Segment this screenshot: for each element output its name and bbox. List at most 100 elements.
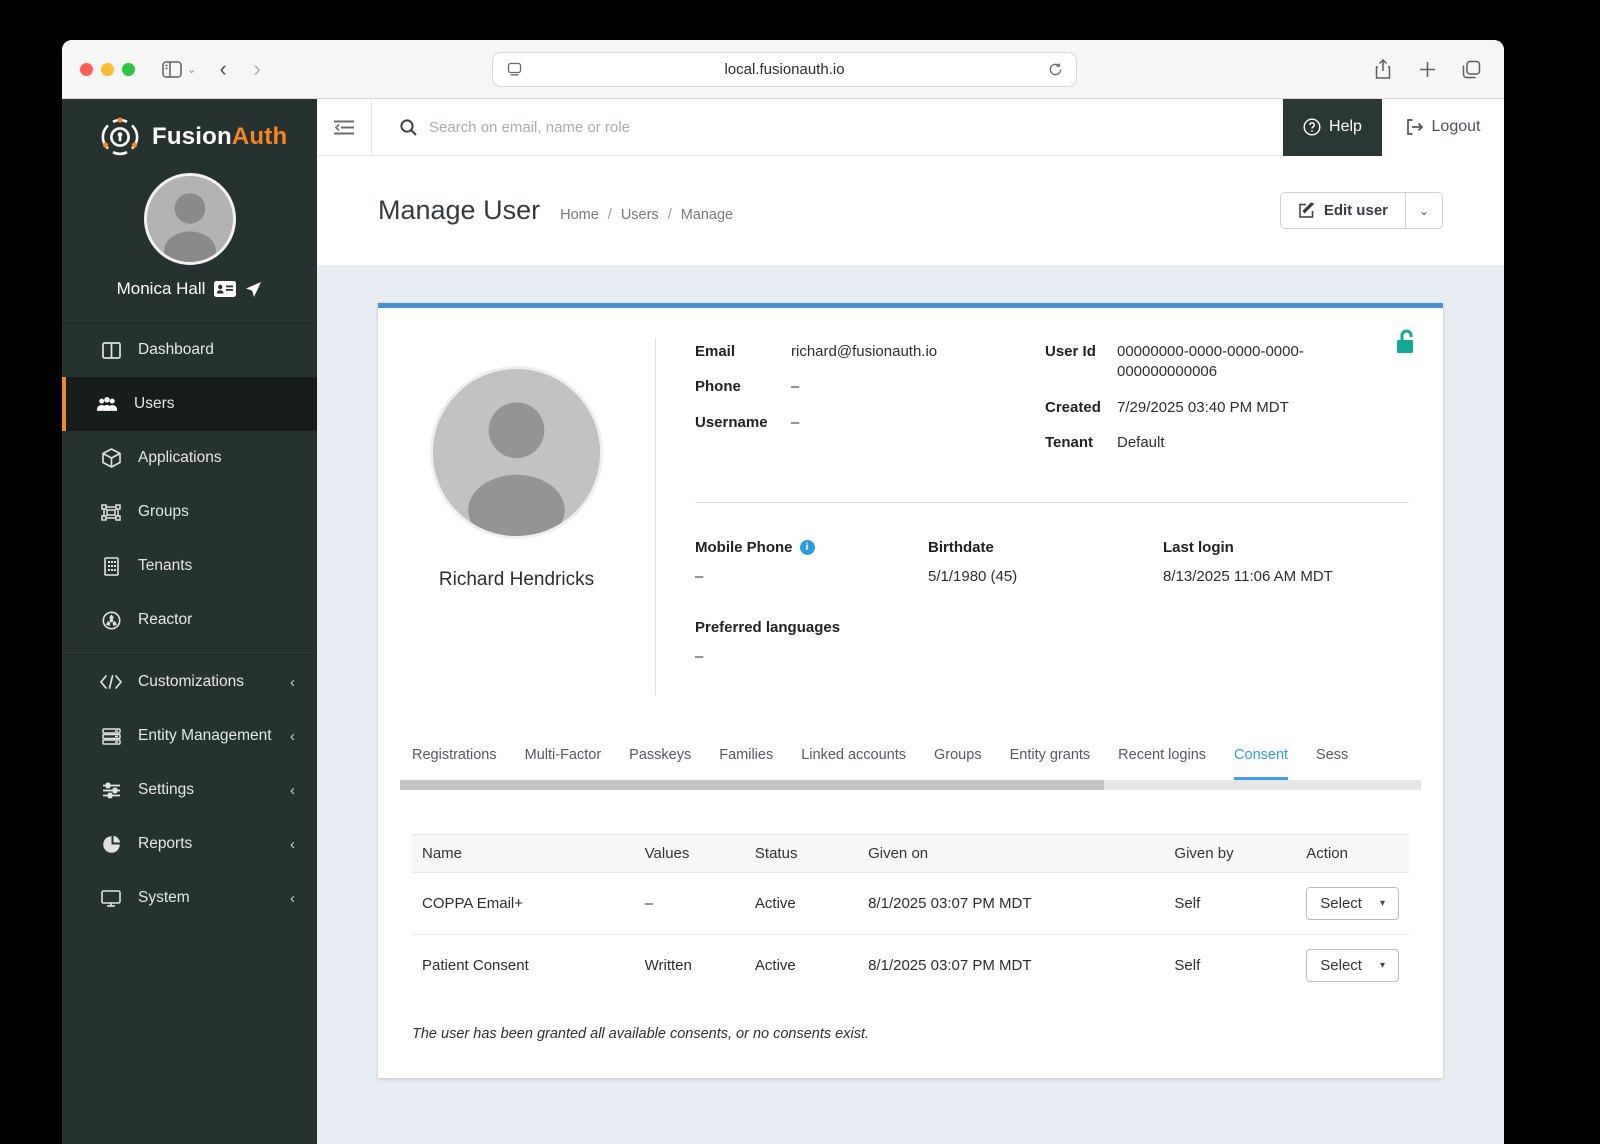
chevron-left-icon: ‹ [290,781,295,799]
user-id-label: User Id [1045,343,1096,360]
reactor-icon [100,611,122,630]
edit-user-button[interactable]: Edit user [1281,193,1405,228]
chevron-left-icon: ‹ [290,889,295,907]
tab-entity-grants[interactable]: Entity grants [1010,747,1091,780]
breadcrumb-users[interactable]: Users [621,207,659,223]
fusionauth-wordmark: FusionAuth [152,123,288,150]
tab-groups[interactable]: Groups [934,747,982,780]
email-value: richard@fusionauth.io [791,343,938,360]
chevron-left-icon: ‹ [290,727,295,745]
birthdate-label: Birthdate [928,539,994,556]
consents-table: Name Values Status Given on Given by Act… [412,834,1409,996]
chevron-left-icon: ‹ [290,835,295,853]
chevron-down-icon[interactable]: ⌄ [187,63,196,76]
users-icon [96,396,118,413]
reader-icon[interactable] [503,59,525,81]
sidebar-item-settings[interactable]: Settings ‹ [62,763,317,817]
unlocked-icon[interactable] [1395,328,1417,355]
user-tabs: Registrations Multi-Factor Passkeys Fami… [378,747,1443,780]
tab-registrations[interactable]: Registrations [412,747,497,780]
sidebar-item-reactor[interactable]: Reactor [62,593,317,647]
col-given-by: Given by [1164,834,1297,873]
profile-name: Monica Hall [116,279,206,298]
tabs-scrollbar-thumb[interactable] [400,780,1105,790]
sidebar: FusionAuth Monica Hall Dashboard Users A… [62,99,317,1144]
preferred-languages-value: – [695,648,704,665]
user-id-value: 00000000-0000-0000-0000-000000000006 [1117,343,1304,381]
tabs-scrollbar[interactable] [400,780,1421,790]
consents-footnote: The user has been granted all available … [412,1026,870,1042]
tab-overview-icon[interactable] [1456,54,1486,84]
col-name: Name [412,834,635,873]
sidebar-item-reports[interactable]: Reports ‹ [62,817,317,871]
location-arrow-icon[interactable] [245,281,262,298]
consent-status: Active [754,957,796,974]
browser-window: ⌄ ‹ › local.fusionauth.io FusionAuth Mon… [62,40,1504,1144]
sidebar-item-groups[interactable]: Groups [62,485,317,539]
fusionauth-logo[interactable]: FusionAuth [62,99,317,165]
forward-button[interactable]: › [240,56,274,82]
edit-user-dropdown-toggle[interactable]: ⌄ [1405,193,1442,228]
info-icon[interactable]: i [799,540,815,555]
fusionauth-logo-mark [101,117,139,156]
email-label: Email [695,343,736,360]
share-icon[interactable] [1368,54,1398,84]
breadcrumb-manage: Manage [680,207,734,223]
close-window-button[interactable] [80,62,93,76]
help-button[interactable]: Help [1283,98,1382,156]
tab-recent-logins[interactable]: Recent logins [1118,747,1206,780]
avatar[interactable] [143,173,236,265]
sliders-icon [100,782,122,799]
sidebar-item-tenants[interactable]: Tenants [62,539,317,593]
consent-given-on: 8/1/2025 03:07 PM MDT [868,957,1032,974]
sidebar-toggle-icon[interactable] [157,54,187,84]
birthdate-value: 5/1/1980 (45) [928,568,1018,585]
id-card-icon[interactable] [214,281,237,297]
sidebar-item-system[interactable]: System ‹ [62,871,317,925]
content-area: Richard Hendricks Email richard@fusionaut… [317,265,1504,1144]
collapse-sidebar-icon[interactable] [317,120,371,135]
tab-families[interactable]: Families [719,747,773,780]
created-value: 7/29/2025 03:40 PM MDT [1117,398,1289,416]
url-text[interactable]: local.fusionauth.io [525,61,1044,78]
reload-icon[interactable] [1044,59,1066,81]
sidebar-item-dashboard[interactable]: Dashboard [62,323,317,377]
sidebar-item-label: Reactor [138,611,193,628]
sidebar-item-customizations[interactable]: Customizations ‹ [62,655,317,709]
col-given-on: Given on [858,834,1165,873]
tab-sessions[interactable]: Sess [1316,747,1348,780]
zoom-window-button[interactable] [122,62,135,76]
breadcrumb-home[interactable]: Home [560,207,599,223]
logout-icon [1406,119,1423,135]
table-header-row: Name Values Status Given on Given by Act… [412,834,1409,873]
address-bar[interactable]: local.fusionauth.io [492,52,1077,87]
table-row: Patient Consent Written Active 8/1/2025 … [412,935,1409,997]
page-title: Manage User [378,195,541,225]
logout-button[interactable]: Logout [1382,98,1504,156]
sidebar-item-applications[interactable]: Applications [62,431,317,485]
sidebar-item-label: Reports [138,835,193,852]
topbar: Help Logout [317,98,1504,156]
tab-consent[interactable]: Consent [1234,747,1289,780]
search-input[interactable] [429,118,909,136]
building-icon [100,556,122,576]
col-action: Action [1296,834,1409,873]
traffic-lights [80,62,135,76]
tab-multi-factor[interactable]: Multi-Factor [525,747,602,780]
caret-down-icon: ▾ [1379,898,1385,909]
tab-linked-accounts[interactable]: Linked accounts [801,747,906,780]
sidebar-item-entity-management[interactable]: Entity Management ‹ [62,709,317,763]
tab-passkeys[interactable]: Passkeys [629,747,691,780]
consent-name: COPPA Email+ [412,872,635,935]
minimize-window-button[interactable] [101,62,114,76]
phone-label: Phone [695,378,741,396]
back-button[interactable]: ‹ [206,56,240,82]
select-action-button[interactable]: Select ▾ [1306,949,1399,982]
help-icon [1303,118,1321,136]
mobile-phone-value: – [695,568,704,585]
new-tab-icon[interactable] [1412,54,1442,84]
last-login-value: 8/13/2025 11:06 AM MDT [1163,568,1333,585]
select-action-button[interactable]: Select ▾ [1306,887,1399,920]
sidebar-item-users[interactable]: Users [62,377,317,431]
consent-name: Patient Consent [422,957,529,974]
